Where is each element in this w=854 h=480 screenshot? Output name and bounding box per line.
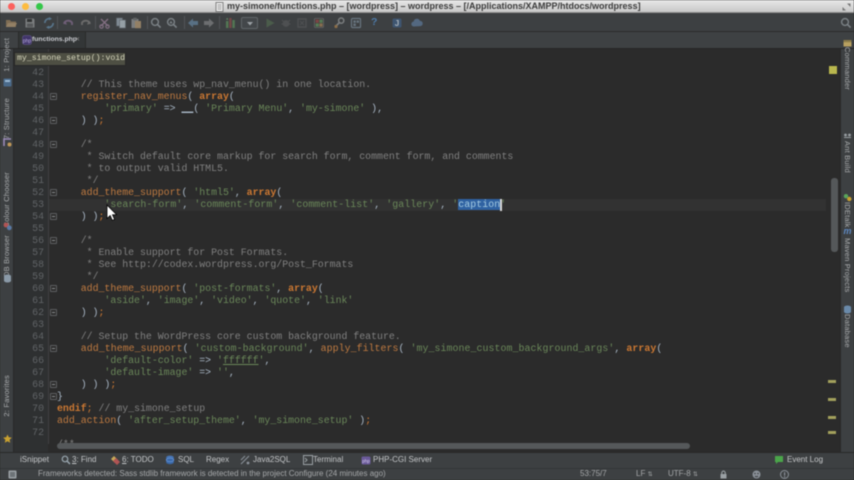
svg-text:J: J: [395, 19, 399, 28]
svg-text:php: php: [23, 39, 32, 45]
svg-text:php: php: [362, 459, 370, 464]
